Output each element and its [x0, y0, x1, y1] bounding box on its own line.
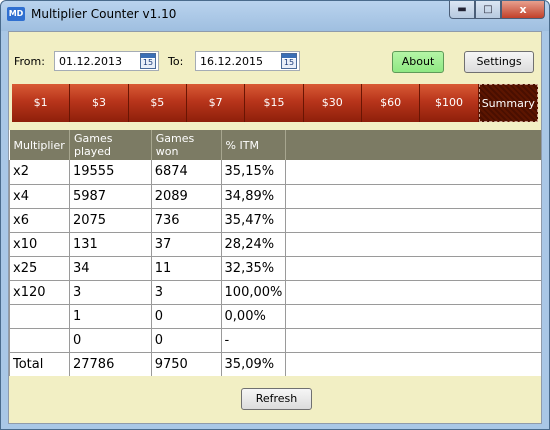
column-header[interactable]: Games won: [151, 130, 222, 160]
tab-stake[interactable]: $100: [420, 84, 479, 122]
table-cell: 736: [150, 208, 222, 233]
caption-buttons: ▬ □ x: [449, 1, 545, 20]
table-row[interactable]: Total 27786 9750 35,09%: [9, 352, 541, 376]
app-logo-icon: MD: [7, 7, 25, 21]
table-cell: 0: [150, 328, 222, 353]
main-panel: From: 01.12.2013 15 To: 16.12.2015 15 Ab…: [8, 31, 542, 424]
title-bar[interactable]: MD Multiplier Counter v1.10 ▬ □ x: [1, 1, 549, 29]
minimize-icon: ▬: [457, 4, 467, 15]
close-button[interactable]: x: [501, 1, 545, 19]
row-filler: [285, 160, 541, 185]
table-row[interactable]: 1 0 0,00%: [9, 304, 541, 329]
table-cell: 6874: [150, 160, 222, 185]
tab-stake[interactable]: $60: [361, 84, 421, 122]
table-cell: 19555: [68, 160, 152, 185]
tab-stake[interactable]: $1: [12, 84, 71, 122]
table-body: x2 19555 6874 35,15% x4 5987 2089 34,89% x6 2075 7…: [9, 160, 541, 376]
column-header[interactable]: Multiplier: [9, 130, 70, 160]
table-cell: 0: [150, 304, 222, 329]
table-cell: 3: [150, 280, 222, 305]
table-cell: 11: [150, 256, 222, 281]
table-cell: x2: [9, 160, 70, 185]
table-row[interactable]: x4 5987 2089 34,89%: [9, 184, 541, 209]
table-cell: 27786: [68, 352, 152, 376]
close-icon: x: [519, 3, 527, 16]
table-row[interactable]: x10 131 37 28,24%: [9, 232, 541, 257]
table-cell: 2089: [150, 184, 222, 209]
table-cell: 28,24%: [220, 232, 287, 257]
column-header[interactable]: % ITM: [221, 130, 287, 160]
row-filler: [285, 232, 541, 257]
app-window: MD Multiplier Counter v1.10 ▬ □ x From: …: [0, 0, 550, 430]
row-filler: [285, 184, 541, 209]
table-cell: x6: [9, 208, 70, 233]
table-cell: x25: [9, 256, 70, 281]
column-header[interactable]: Games played: [69, 130, 152, 160]
from-label: From:: [14, 55, 45, 68]
table-cell: 5987: [68, 184, 152, 209]
table-cell: 0,00%: [220, 304, 287, 329]
settings-button[interactable]: Settings: [464, 51, 534, 73]
table-cell: 32,35%: [220, 256, 287, 281]
tab-stake[interactable]: $15: [245, 84, 304, 122]
maximize-button[interactable]: □: [475, 1, 501, 19]
results-table: Multiplier Games played Games won% ITM x2 1…: [9, 130, 541, 376]
table-cell: 2075: [68, 208, 152, 233]
from-date-picker[interactable]: 01.12.2013 15: [54, 51, 159, 71]
tab-stake[interactable]: $5: [128, 84, 187, 122]
table-cell: -: [220, 328, 287, 353]
row-filler: [285, 328, 541, 353]
to-date-value: 16.12.2015: [200, 55, 263, 68]
table-row[interactable]: x6 2075 736 35,47%: [9, 208, 541, 233]
table-row[interactable]: 00-: [9, 328, 541, 353]
refresh-button[interactable]: Refresh: [241, 388, 312, 410]
from-date-value: 01.12.2013: [59, 55, 122, 68]
table-cell: 37: [150, 232, 222, 257]
row-filler: [285, 352, 541, 376]
table-cell: 0: [68, 328, 152, 353]
table-row[interactable]: x25 34 11 32,35%: [9, 256, 541, 281]
maximize-icon: □: [483, 4, 493, 15]
table-cell: x120: [9, 280, 70, 305]
window-title: Multiplier Counter v1.10: [31, 7, 177, 21]
stake-tabs: $1 $3 $5 $7 $15 $30 $60 $100 Summary: [12, 84, 538, 122]
row-filler: [285, 304, 541, 329]
table-cell: 9750: [150, 352, 222, 376]
table-cell: x4: [9, 184, 70, 209]
results-grid[interactable]: Multiplier Games played Games won% ITM x2 1…: [9, 130, 541, 376]
table-cell: 35,09%: [220, 352, 287, 376]
table-cell: 1: [68, 304, 152, 329]
table-cell: x10: [9, 232, 70, 257]
table-cell: 34,89%: [220, 184, 287, 209]
table-cell: 35,47%: [220, 208, 287, 233]
table-row[interactable]: x120 3 3 100,00%: [9, 280, 541, 305]
row-filler: [285, 256, 541, 281]
about-button[interactable]: About: [392, 51, 444, 73]
table-cell: [9, 328, 70, 353]
header-filler: [285, 130, 541, 160]
table-cell: 34: [68, 256, 152, 281]
minimize-button[interactable]: ▬: [449, 1, 475, 19]
table-cell: [9, 304, 70, 329]
table-header-row: Multiplier Games played Games won% ITM: [9, 130, 541, 160]
row-filler: [285, 280, 541, 305]
to-date-picker[interactable]: 16.12.2015 15: [195, 51, 300, 71]
row-filler: [285, 208, 541, 233]
tab-summary[interactable]: Summary: [478, 84, 538, 122]
calendar-icon[interactable]: 15: [281, 53, 297, 69]
tab-stake[interactable]: $3: [70, 84, 129, 122]
table-cell: 131: [68, 232, 152, 257]
table-cell: 35,15%: [220, 160, 287, 185]
table-cell: 3: [68, 280, 152, 305]
to-label: To:: [168, 55, 184, 68]
calendar-icon[interactable]: 15: [140, 53, 156, 69]
table-cell: Total: [9, 352, 70, 376]
table-cell: 100,00%: [220, 280, 287, 305]
table-row[interactable]: x2 19555 6874 35,15%: [9, 160, 541, 185]
tab-stake[interactable]: $7: [186, 84, 246, 122]
tab-stake[interactable]: $30: [303, 84, 362, 122]
